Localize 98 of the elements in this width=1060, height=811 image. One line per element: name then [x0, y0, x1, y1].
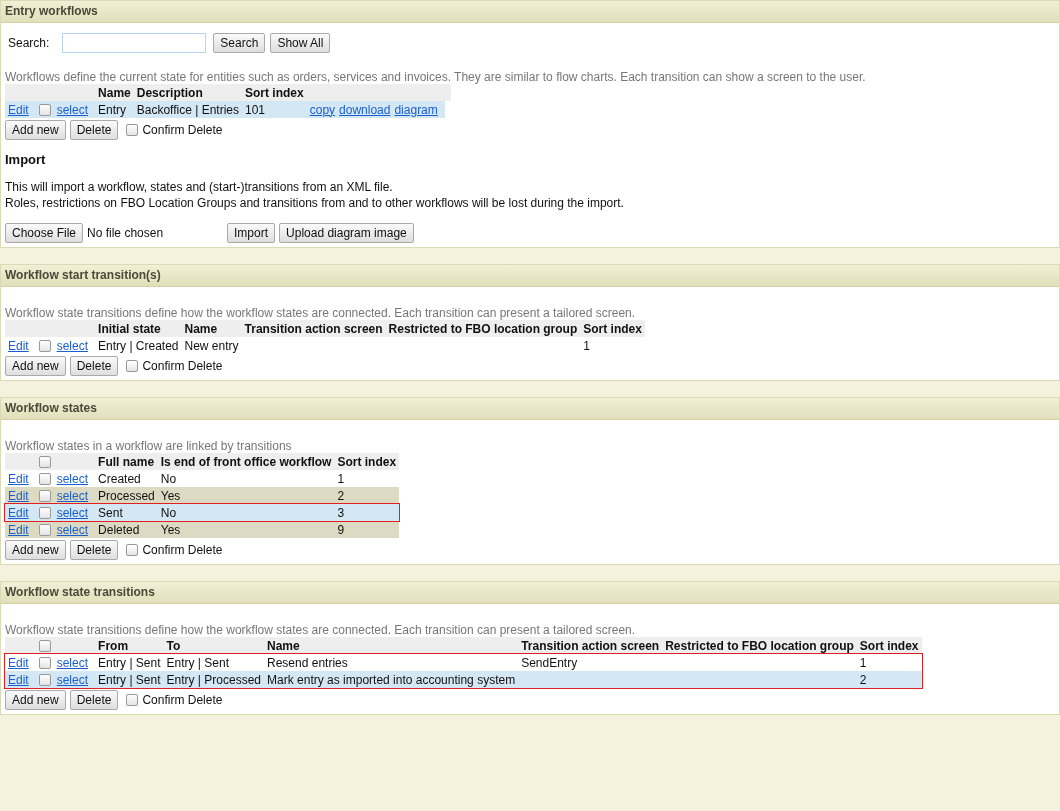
table-cell: 2	[859, 672, 867, 687]
table-cell: Sent	[98, 505, 123, 520]
table-cell: Entry	[98, 102, 127, 117]
table-cell: 9	[337, 522, 345, 537]
table-cell: Created	[98, 471, 141, 486]
column-header: From	[98, 638, 129, 653]
table-cell: Entry | Processed	[166, 672, 262, 687]
select-link[interactable]: select	[56, 655, 89, 670]
column-header: Full name	[98, 454, 155, 469]
add-new-button[interactable]: Add new	[5, 540, 66, 560]
edit-link[interactable]: Edit	[8, 471, 29, 486]
search-field[interactable]	[62, 33, 207, 53]
row-checkbox[interactable]	[38, 490, 51, 503]
column-header: Initial state	[98, 321, 161, 336]
confirm-delete-label: Confirm Delete	[142, 693, 223, 707]
row-checkbox[interactable]	[38, 340, 51, 353]
description-text: Workflows define the current state for entities such as orders, services and invoices. They are similar to flow charts. Each transition can show a screen to the user.	[5, 71, 867, 84]
table-cell: Mark entry as imported into accounting system	[267, 672, 516, 687]
section-title: Entry workflows	[1, 1, 1059, 23]
table-cell: No	[160, 505, 177, 520]
table-cell: No	[160, 471, 177, 486]
table-cell: New entry	[184, 338, 239, 353]
row-checkbox[interactable]	[38, 674, 51, 687]
table-cell: Processed	[98, 488, 155, 503]
confirm-delete-checkbox[interactable]	[126, 124, 139, 136]
select-link[interactable]: select	[56, 338, 89, 353]
search-label: Search:	[8, 36, 50, 50]
file-status-text: No file chosen	[87, 226, 165, 240]
select-link[interactable]: select	[56, 471, 89, 486]
description-text: Workflow states in a workflow are linked by transitions	[5, 440, 293, 453]
table-cell: 101	[245, 102, 266, 117]
description-text: Workflow state transitions define how the workflow states are connected. Each transition can present a tailored screen.	[5, 307, 637, 320]
confirm-delete-label: Confirm Delete	[142, 543, 223, 557]
add-new-button[interactable]: Add new	[5, 690, 66, 710]
column-header: Is end of front office workflow	[160, 454, 332, 469]
description-text: Workflow state transitions define how the workflow states are connected. Each transition can present a tailored screen.	[5, 624, 637, 637]
table-cell: Backoffice | Entries	[136, 102, 239, 117]
search-action-button[interactable]: Show All	[270, 33, 331, 53]
column-header: Description	[136, 85, 203, 100]
column-header: Name	[267, 638, 300, 653]
import-action-button[interactable]: Upload diagram image	[279, 223, 414, 243]
column-header: Name	[184, 321, 218, 336]
import-text: Roles, restrictions on FBO Location Groups and transitions from and to other workflows will be lost during the import.	[5, 195, 625, 211]
add-new-button[interactable]: Add new	[5, 356, 66, 376]
choose-file-button[interactable]: Choose File	[5, 223, 84, 243]
table-cell: Entry | Sent	[166, 655, 229, 670]
table-cell: Resend entries	[267, 655, 348, 670]
confirm-delete-checkbox[interactable]	[126, 360, 139, 372]
edit-link[interactable]: Edit	[8, 655, 29, 670]
column-header: To	[166, 638, 181, 653]
row-checkbox[interactable]	[38, 507, 51, 520]
import-heading: Import	[5, 152, 47, 167]
column-header: Restricted to FBO location group	[665, 638, 854, 653]
column-header: Sort index	[583, 321, 642, 336]
table-cell: 1	[859, 655, 867, 670]
action-link[interactable]: download	[339, 102, 391, 117]
delete-button[interactable]: Delete	[69, 120, 119, 140]
table-cell: 3	[337, 505, 345, 520]
table-cell: SendEntry	[521, 655, 578, 670]
select-all-checkbox[interactable]	[38, 640, 51, 653]
row-checkbox[interactable]	[38, 473, 51, 486]
column-header: Sort index	[859, 638, 919, 653]
table-cell: 1	[337, 471, 345, 486]
column-header: Sort index	[245, 85, 304, 100]
import-action-button[interactable]: Import	[227, 223, 276, 243]
section-title: Workflow state transitions	[1, 582, 1059, 604]
delete-button[interactable]: Delete	[69, 540, 119, 560]
row-checkbox[interactable]	[38, 104, 51, 117]
delete-button[interactable]: Delete	[69, 690, 119, 710]
confirm-delete-checkbox[interactable]	[126, 544, 139, 556]
action-link[interactable]: diagram	[394, 102, 438, 117]
edit-link[interactable]: Edit	[8, 338, 29, 353]
confirm-delete-label: Confirm Delete	[142, 359, 223, 373]
action-link[interactable]: copy	[309, 102, 336, 117]
table-cell: Entry | Sent	[98, 655, 161, 670]
select-all-checkbox[interactable]	[38, 456, 51, 469]
row-checkbox[interactable]	[38, 524, 51, 537]
add-new-button[interactable]: Add new	[5, 120, 66, 140]
confirm-delete-label: Confirm Delete	[142, 123, 223, 137]
table-cell: Yes	[160, 488, 181, 503]
search-action-button[interactable]: Search	[213, 33, 266, 53]
column-header: Sort index	[337, 454, 397, 469]
column-header: Restricted to FBO location group	[388, 321, 578, 336]
section-title: Workflow start transition(s)	[1, 265, 1059, 287]
import-text: This will import a workflow, states and (start-)transitions from an XML file.	[5, 179, 394, 195]
column-header: Name	[98, 85, 131, 100]
table-cell: 1	[583, 338, 590, 353]
row-checkbox[interactable]	[38, 657, 51, 670]
table-cell: Entry | Sent	[98, 672, 161, 687]
confirm-delete-checkbox[interactable]	[126, 694, 139, 706]
table-cell: Yes	[160, 522, 181, 537]
table-cell: 2	[337, 488, 345, 503]
delete-button[interactable]: Delete	[69, 356, 119, 376]
section-title: Workflow states	[1, 398, 1059, 420]
table-cell: Deleted	[98, 522, 140, 537]
column-header: Transition action screen	[244, 321, 383, 336]
column-header: Transition action screen	[521, 638, 660, 653]
table-cell: Entry | Created	[98, 338, 179, 353]
